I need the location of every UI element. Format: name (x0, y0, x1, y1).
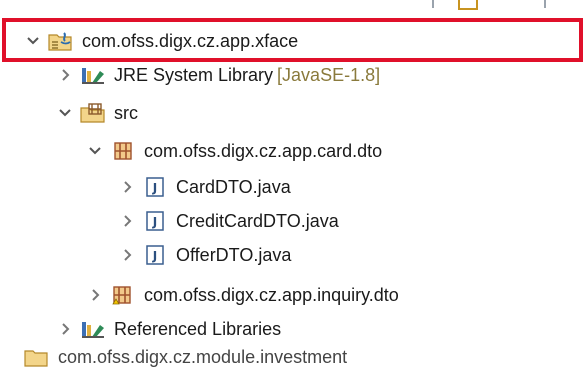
tree-item-decoration: [JavaSE-1.8] (277, 64, 381, 85)
tree-item-file[interactable]: J CardDTO.java (0, 170, 586, 204)
tree-item-label: CardDTO.java (176, 176, 291, 197)
chevron-right-icon[interactable] (118, 246, 136, 264)
source-folder-icon (80, 101, 106, 125)
tree-item-label: src (114, 102, 138, 123)
tree-item-label: com.ofss.digx.cz.app.inquiry.dto (144, 284, 399, 305)
chevron-right-icon[interactable] (118, 178, 136, 196)
tree-item-label: CreditCardDTO.java (176, 210, 339, 231)
tree-item-package-inquiry[interactable]: com.ofss.digx.cz.app.inquiry.dto (0, 278, 586, 312)
tree-item-label: com.ofss.digx.cz.app.card.dto (144, 140, 383, 161)
java-file-icon: J (142, 209, 168, 233)
package-icon (110, 139, 136, 163)
chevron-down-icon[interactable] (86, 142, 104, 160)
chevron-right-icon[interactable] (56, 320, 74, 338)
tree-item-file[interactable]: J OfferDTO.java (0, 238, 586, 272)
tree-item-referenced-libraries[interactable]: Referenced Libraries (0, 312, 586, 346)
tree-item-package-card[interactable]: com.ofss.digx.cz.app.card.dto (0, 134, 586, 168)
tree-item-label: Referenced Libraries (114, 318, 282, 339)
package-icon (458, 0, 478, 10)
library-icon (80, 317, 106, 341)
svg-text:J: J (152, 181, 157, 195)
java-file-icon: J (142, 243, 168, 267)
tree-item-next-project[interactable]: com.ofss.digx.cz.module.investment (24, 345, 347, 369)
java-file-icon: J (142, 175, 168, 199)
chevron-right-icon[interactable] (86, 286, 104, 304)
svg-text:J: J (152, 215, 157, 229)
java-project-icon (24, 345, 50, 369)
package-icon (110, 283, 136, 307)
tree-item-src[interactable]: src (0, 96, 586, 130)
highlight-box (2, 18, 583, 62)
svg-text:J: J (152, 249, 157, 263)
tree-item-file[interactable]: J CreditCardDTO.java (0, 204, 586, 238)
tree-item-label: OfferDTO.java (176, 244, 292, 265)
tree-item-jre[interactable]: JRE System Library [JavaSE-1.8] (0, 58, 586, 92)
top-toolbar-fragment (432, 0, 572, 16)
chevron-right-icon[interactable] (56, 66, 74, 84)
chevron-right-icon[interactable] (118, 212, 136, 230)
chevron-down-icon[interactable] (56, 104, 74, 122)
package-explorer-tree: com.ofss.digx.cz.app.xface JRE System Li… (0, 0, 586, 367)
library-icon (80, 63, 106, 87)
tree-item-label: com.ofss.digx.cz.module.investment (58, 346, 348, 367)
tree-item-label: JRE System Library (114, 64, 274, 85)
